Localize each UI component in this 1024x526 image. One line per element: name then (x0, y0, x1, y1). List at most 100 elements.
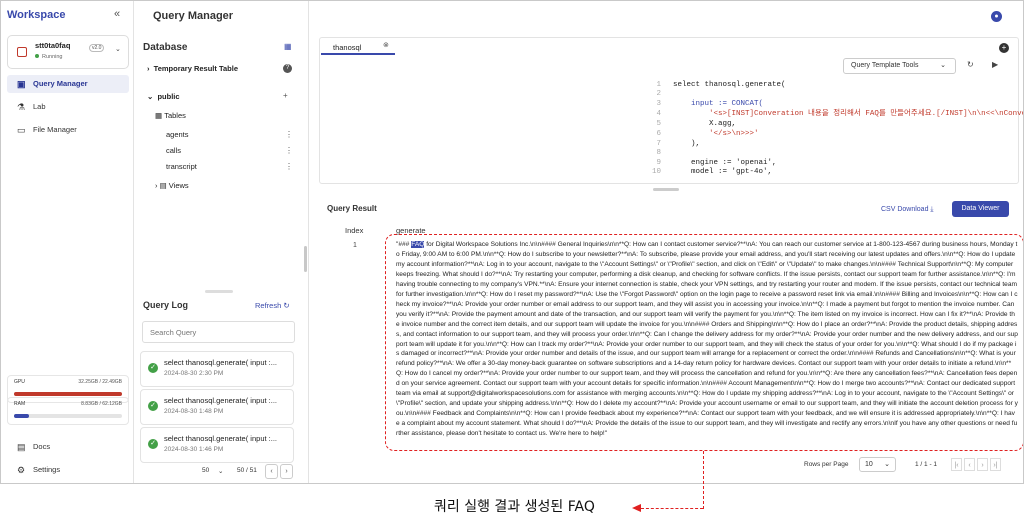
log-date: 2024-08-30 1:46 PM (164, 446, 224, 453)
query-log-item[interactable]: ✓ select thanosql.generate( input :... 2… (140, 389, 294, 425)
tools-label: Query Template Tools (851, 62, 919, 69)
workspace-status: Running (35, 54, 63, 60)
tab-thanosql[interactable]: thanosql ⊗ (321, 39, 395, 55)
schema-public[interactable]: ⌄ public (147, 92, 180, 101)
ram-bar-fill (14, 414, 30, 418)
last-page-button[interactable]: ›| (990, 458, 1001, 471)
reset-icon[interactable]: ↻ (967, 60, 974, 69)
first-page-button[interactable]: |‹ (951, 458, 962, 471)
workspace-name: stt0ta0faq (35, 41, 71, 50)
nav-settings[interactable]: ⚙ Settings (7, 461, 129, 479)
nav-lab[interactable]: ⚗ Lab (7, 98, 129, 116)
query-icon: ▣ (17, 79, 26, 89)
lab-icon: ⚗ (17, 102, 26, 112)
more-icon[interactable]: ⋮ (285, 146, 293, 155)
views-group[interactable]: › ▤ Views (155, 181, 189, 190)
tables-label: Tables (164, 111, 186, 120)
close-icon[interactable]: ⊗ (383, 41, 389, 49)
user-avatar[interactable]: ● (991, 11, 1002, 22)
line-number: 10 (651, 168, 661, 176)
new-tab-button[interactable]: + (999, 43, 1009, 53)
add-icon[interactable]: + (283, 91, 288, 100)
next-page-button[interactable]: › (977, 458, 988, 471)
brand-title: Workspace (7, 9, 66, 21)
nav-label: File Manager (33, 125, 77, 134)
nav-docs[interactable]: ▤ Docs (7, 438, 129, 456)
table-item-calls[interactable]: calls (166, 146, 181, 155)
gpu-label: GPU (14, 379, 25, 385)
prev-page-button[interactable]: ‹ (964, 458, 975, 471)
scrollbar[interactable] (304, 246, 307, 272)
result-range: 1 / 1 - 1 (915, 461, 938, 468)
rows-per-page-label: Rows per Page (804, 461, 849, 468)
table-item-transcript[interactable]: transcript (166, 162, 197, 171)
prev-page-button[interactable]: ‹ (265, 464, 278, 479)
query-result-title: Query Result (327, 204, 377, 213)
log-date: 2024-08-30 2:30 PM (164, 370, 224, 377)
editor-resize-handle[interactable] (653, 188, 679, 191)
database-title: Database (143, 42, 188, 53)
log-page-size[interactable]: 50 (202, 467, 209, 474)
workspace-status-text: Running (42, 54, 63, 60)
workspace-version-badge: v2.0 (89, 44, 105, 52)
download-icon: ⤓ (930, 206, 934, 213)
help-icon[interactable]: ? (283, 64, 292, 73)
query-log-title: Query Log (143, 300, 189, 310)
collapse-sidebar-icon[interactable]: « (114, 8, 120, 20)
more-icon[interactable]: ⋮ (285, 162, 293, 171)
tab-label: thanosql (333, 43, 362, 52)
temp-result-table[interactable]: › Temporary Result Table (147, 64, 238, 73)
log-query: select thanosql.generate( input :... (164, 434, 277, 443)
gpu-value: 32.25GB / 22.49GB (78, 379, 122, 385)
data-viewer-button[interactable]: Data Viewer (952, 201, 1009, 217)
annotation-connector (641, 508, 703, 509)
folder-icon: ▭ (17, 125, 26, 135)
table-item-agents[interactable]: agents (166, 130, 189, 139)
ram-value: 8.83GB / 62.12GB (81, 401, 122, 407)
query-log-item[interactable]: ✓ select thanosql.generate( input :... 2… (140, 351, 294, 387)
log-query: select thanosql.generate( input :... (164, 396, 277, 405)
ram-usage: RAM 8.83GB / 62.12GB (7, 397, 129, 425)
annotation-arrow-icon (632, 504, 641, 512)
code-line: model := 'gpt-4o', (673, 168, 773, 176)
status-dot-icon (35, 54, 39, 58)
rows-per-page-select[interactable]: 10 ⌄ (859, 457, 896, 472)
nav-label: Query Manager (33, 79, 88, 88)
chevron-down-icon: ⌄ (147, 92, 154, 101)
nav-label: Settings (33, 465, 61, 474)
view-icon: ▤ (159, 181, 167, 190)
panel-resize-handle[interactable] (205, 290, 233, 293)
refresh-button[interactable]: Refresh ↻ (255, 301, 290, 310)
column-header-index: Index (345, 226, 364, 235)
grid-icon[interactable]: ▦ (284, 42, 292, 51)
temp-result-label: Temporary Result Table (153, 64, 238, 73)
chevron-right-icon: › (155, 181, 158, 190)
code-line: ), (673, 140, 701, 148)
csv-download-button[interactable]: CSV Download ⤓ (881, 206, 934, 214)
docs-icon: ▤ (17, 442, 26, 452)
search-query-input[interactable] (142, 321, 295, 343)
success-check-icon: ✓ (148, 363, 158, 373)
query-log-item[interactable]: ✓ select thanosql.generate( input :... 2… (140, 427, 294, 463)
query-template-tools-select[interactable]: Query Template Tools ⌄ (843, 58, 956, 74)
next-page-button[interactable]: › (280, 464, 293, 479)
chevron-down-icon: ⌄ (884, 461, 890, 468)
table-icon: ▦ (155, 111, 163, 120)
page-title: Query Manager (153, 10, 234, 22)
ram-label: RAM (14, 401, 26, 407)
nav-query-manager[interactable]: ▣ Query Manager (7, 75, 129, 93)
app-window: Workspace « stt0ta0faq v2.0 Running ⌄ ▣ … (0, 0, 1024, 484)
annotation-connector (703, 451, 704, 509)
schema-label: public (157, 92, 180, 101)
success-check-icon: ✓ (148, 439, 158, 449)
tables-group[interactable]: ▦ Tables (155, 111, 186, 120)
row-index: 1 (353, 242, 357, 249)
rows-per-page-value: 10 (865, 461, 873, 468)
nav-label: Docs (33, 442, 51, 451)
more-icon[interactable]: ⋮ (285, 130, 293, 139)
nav-file-manager[interactable]: ▭ File Manager (7, 121, 129, 139)
log-page-range: 50 / 51 (237, 467, 257, 474)
gpu-bar-fill (14, 392, 122, 396)
workspace-selector[interactable]: stt0ta0faq v2.0 Running ⌄ (7, 35, 129, 69)
run-icon[interactable]: ▶ (992, 60, 998, 69)
